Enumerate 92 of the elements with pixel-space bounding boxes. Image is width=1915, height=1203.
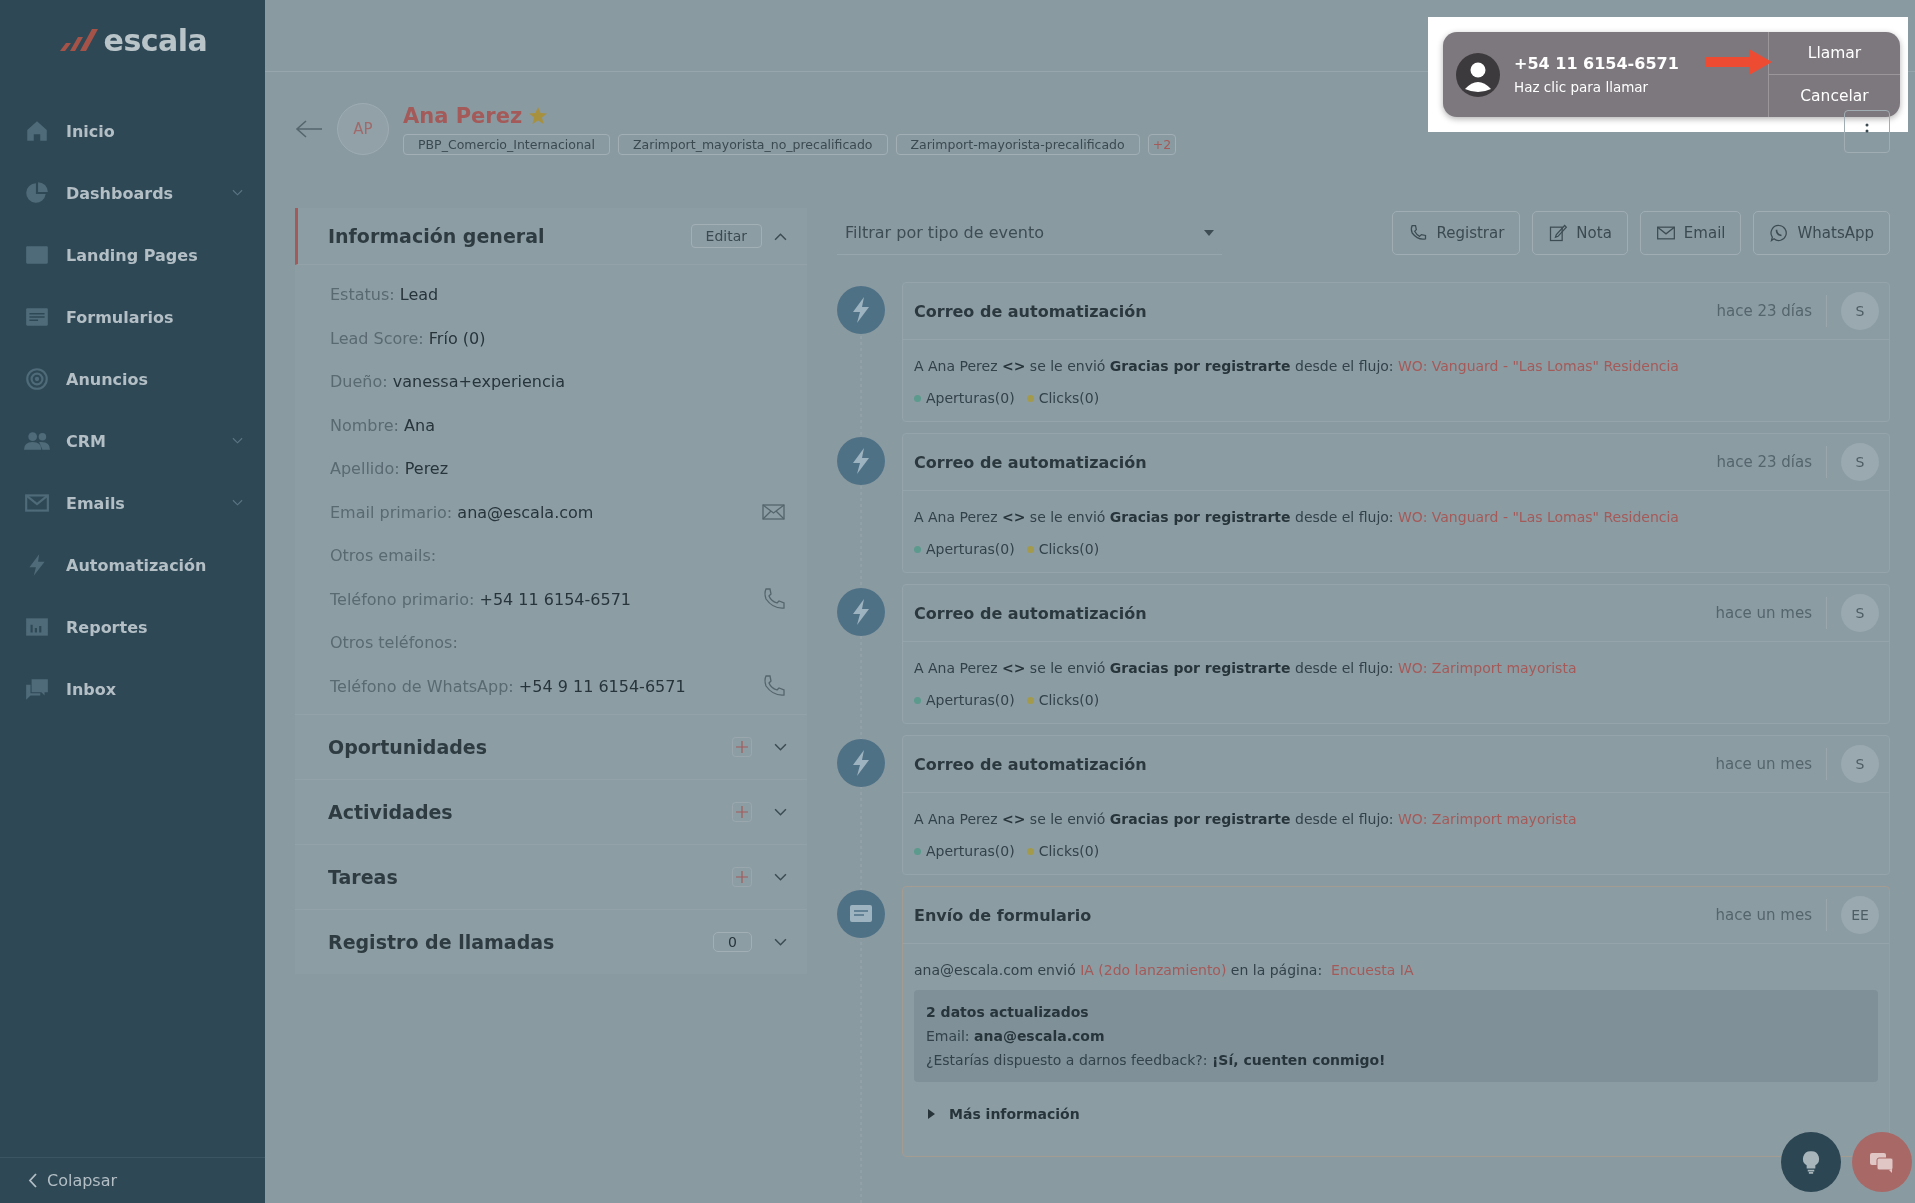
panel-title: Información general [328,225,546,247]
chevron-down-icon[interactable] [774,807,787,817]
event-title: Envío de formulario [914,905,1093,925]
user-avatar: S [1841,443,1879,481]
nav-item[interactable]: CRM [0,410,265,472]
update-line: Email: ana@escala.com [926,1028,1106,1044]
nav-item[interactable]: Emails [0,472,265,534]
update-line: ¿Estarías dispuesto a darnos feedback?: ¡Sí, cuenten conmigo! [926,1052,1387,1068]
chevron-down-icon[interactable] [774,937,787,947]
count-badge: 0 [713,932,752,952]
tag: PBP_Comercio_Internacional [403,133,610,155]
section-title[interactable]: Oportunidades [328,736,710,758]
contact-name: Ana Perez [403,103,523,128]
phone-number: +54 11 6154-6571 [1514,54,1679,73]
event-text: A Ana Perez <> se le envió Gracias por registrarte desde el flujo: WO: Vanguard - "Las Lomas" Residencia [914,509,1680,525]
phone-icon [1408,223,1429,243]
more-button[interactable] [1844,110,1890,153]
logo-text: escala [103,22,208,58]
stat-label: Aperturas(0) [926,541,1015,557]
stat-label: Aperturas(0) [926,843,1015,859]
updates-title: 2 datos actualizados [926,1004,1090,1020]
stat-label: Clicks(0) [1038,390,1100,406]
section-title[interactable]: Actividades [328,801,710,823]
nav-item[interactable]: Anuncios [0,348,265,410]
chevron-left-icon [28,1173,37,1188]
caret-down-icon [1204,229,1214,236]
nav-item[interactable]: Automatización [0,534,265,596]
contact-avatar: AP [337,103,389,155]
action-button[interactable]: Email [1639,211,1742,255]
call-hint: Haz clic para llamar [1514,79,1650,95]
cancel-button[interactable]: Cancelar [1769,74,1900,117]
add-icon[interactable] [732,737,752,757]
event-text: ana@escala.com envió IA (2do lanzamiento) en la página: Encuesta IA [914,962,1415,978]
bolt-icon [837,437,885,485]
stat-label: Clicks(0) [1038,541,1100,557]
caret-right-icon [928,1109,935,1119]
event-text: A Ana Perez <> se le envió Gracias por registrarte desde el flujo: WO: Vanguard - "Las Lomas" Residencia [914,358,1680,374]
section-title[interactable]: Registro de llamadas [328,931,692,953]
event-text: A Ana Perez <> se le envió Gracias por registrarte desde el flujo: WO: Zarimport mayorista [914,660,1578,676]
nav-item[interactable]: Reportes [0,596,265,658]
user-avatar: S [1841,594,1879,632]
stat-label: Aperturas(0) [926,390,1015,406]
chevron-down-icon[interactable] [774,872,787,882]
chat-button[interactable] [1852,1132,1912,1192]
nav-item[interactable]: Inbox [0,658,265,720]
stat-label: Aperturas(0) [926,692,1015,708]
user-avatar: S [1841,292,1879,330]
action-button[interactable]: WhatsApp [1753,211,1890,255]
chat-bubble-icon [1769,223,1790,243]
add-icon[interactable] [732,867,752,887]
event-title: Correo de automatización [914,452,1148,472]
nav-item[interactable]: Formularios [0,286,265,348]
edit-button[interactable]: Editar [690,224,762,248]
action-button[interactable]: Nota [1532,211,1628,255]
logo-icon [57,27,100,53]
add-icon[interactable] [732,802,752,822]
phone-icon[interactable] [761,674,787,699]
chat-icon [24,676,50,702]
section-title[interactable]: Tareas [328,866,710,888]
nav-item[interactable]: Landing Pages [0,224,265,286]
event-title: Correo de automatización [914,301,1148,321]
tag: Zarimport_mayorista_no_precalificado [618,133,888,155]
pie-icon [24,180,50,206]
bolt-icon [837,588,885,636]
call-button[interactable]: Llamar [1769,32,1900,74]
tips-button[interactable] [1781,1132,1841,1192]
form-icon [837,890,885,938]
chevron-up-icon[interactable] [774,231,787,241]
event-title: Correo de automatización [914,603,1148,623]
edit-icon [1548,223,1569,243]
collapse-button[interactable]: Colapsar [0,1157,265,1203]
star-icon[interactable] [528,105,549,126]
nav-item[interactable]: Dashboards [0,162,265,224]
event-filter-dropdown[interactable]: Filtrar por tipo de evento [845,223,1204,242]
more-info-toggle[interactable]: Más información [914,1094,1878,1156]
phone-icon[interactable] [761,587,787,612]
nav-item[interactable]: Inicio [0,100,265,162]
event-title: Correo de automatización [914,754,1148,774]
stat-label: Clicks(0) [1038,843,1100,859]
action-button[interactable]: Registrar [1392,211,1521,255]
tag: Zarimport-mayorista-precalificado [895,133,1140,155]
arrow-icon [1705,48,1773,76]
event-text: A Ana Perez <> se le envió Gracias por registrarte desde el flujo: WO: Zarimport mayorista [914,811,1578,827]
chevron-down-icon[interactable] [774,742,787,752]
stat-label: Clicks(0) [1038,692,1100,708]
back-arrow-icon[interactable] [295,119,323,139]
bolt-icon [837,739,885,787]
user-avatar: EE [1841,896,1879,934]
user-avatar: S [1841,745,1879,783]
user-avatar-icon [1456,52,1500,97]
bolt-icon [837,286,885,334]
target-icon [24,366,50,392]
